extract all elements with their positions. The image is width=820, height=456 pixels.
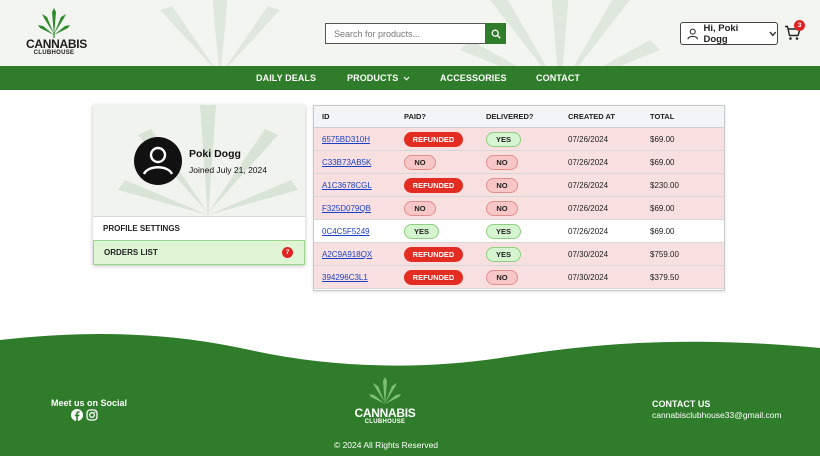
created-at-cell: 07/30/2024 xyxy=(568,273,609,282)
delivered-status-badge: NO xyxy=(486,201,518,216)
order-id-link[interactable]: A2C9A918QX xyxy=(322,250,372,259)
table-row: C33B73AB5K NO NO 07/26/2024 $69.00 xyxy=(314,151,724,174)
order-id-link[interactable]: A1C3678CGL xyxy=(322,181,372,190)
total-cell: $69.00 xyxy=(650,227,675,236)
site-logo[interactable]: CANNABIS CLUBHOUSE xyxy=(26,8,87,62)
delivered-status-badge: NO xyxy=(486,178,518,193)
order-id-cell: A2C9A918QX xyxy=(322,243,372,266)
total-cell: $69.00 xyxy=(650,204,675,213)
social-icons xyxy=(71,409,98,421)
order-id-cell: 6575BD310H xyxy=(322,128,370,151)
order-id-cell: F325D079QB xyxy=(322,197,371,220)
order-id-cell: A1C3678CGL xyxy=(322,174,372,197)
table-row: A2C9A918QX REFUNDED YES 07/30/2024 $759.00 xyxy=(314,243,724,266)
user-greeting: Hi, Poki Dogg xyxy=(703,22,739,45)
contact-email[interactable]: cannabisclubhouse33@gmail.com xyxy=(652,410,782,420)
user-icon xyxy=(687,28,699,39)
delivered-status-badge: YES xyxy=(486,224,521,239)
search-button[interactable] xyxy=(485,23,506,44)
profile-name: Poki Dogg xyxy=(189,148,241,160)
main-nav: DAILY DEALS PRODUCTS ACCESSORIES CONTACT xyxy=(0,66,820,90)
column-header-delivered: DELIVERED? xyxy=(486,112,534,121)
leaf-background-icon xyxy=(160,0,280,66)
total-cell: $379.50 xyxy=(650,273,679,282)
order-id-cell: 394296C3L1 xyxy=(322,266,368,289)
cart-count-badge: 3 xyxy=(794,20,805,31)
paid-status-badge: REFUNDED xyxy=(404,247,463,262)
created-at-cell: 07/26/2024 xyxy=(568,181,609,190)
order-id-link[interactable]: F325D079QB xyxy=(322,204,371,213)
orders-list-link[interactable]: ORDERS LIST 7 xyxy=(93,240,305,265)
profile-hero: Poki Dogg Joined July 21, 2024 xyxy=(93,105,305,216)
created-at-cell: 07/26/2024 xyxy=(568,204,609,213)
order-id-link[interactable]: 6575BD310H xyxy=(322,135,370,144)
created-at-cell: 07/30/2024 xyxy=(568,250,609,259)
profile-joined-date: Joined July 21, 2024 xyxy=(189,165,267,175)
delivered-status-badge: NO xyxy=(486,155,518,170)
order-id-link[interactable]: 394296C3L1 xyxy=(322,273,368,282)
nav-contact[interactable]: CONTACT xyxy=(536,66,580,90)
contact-title: CONTACT US xyxy=(652,399,711,409)
total-cell: $230.00 xyxy=(650,181,679,190)
nav-products[interactable]: PRODUCTS xyxy=(347,66,410,90)
nav-daily-deals[interactable]: DAILY DEALS xyxy=(256,66,316,90)
table-header: ID PAID? DELIVERED? CREATED AT TOTAL xyxy=(314,106,724,128)
facebook-icon[interactable] xyxy=(71,409,83,421)
table-row: 394296C3L1 REFUNDED NO 07/30/2024 $379.50 xyxy=(314,266,724,289)
paid-status-badge: REFUNDED xyxy=(404,178,463,193)
site-header: CANNABIS CLUBHOUSE Hi, Poki Dogg 3 xyxy=(0,0,820,66)
avatar xyxy=(134,137,182,185)
footer-logo-sub: CLUBHOUSE xyxy=(364,419,406,425)
cannabis-leaf-icon xyxy=(38,8,70,38)
orders-list-label: ORDERS LIST xyxy=(104,248,158,257)
created-at-cell: 07/26/2024 xyxy=(568,227,609,236)
search-icon xyxy=(491,29,501,39)
column-header-id: ID xyxy=(322,112,330,121)
delivered-status-badge: NO xyxy=(486,270,518,285)
profile-card: Poki Dogg Joined July 21, 2024 PROFILE S… xyxy=(93,105,305,265)
search-bar xyxy=(325,23,506,44)
total-cell: $69.00 xyxy=(650,158,675,167)
delivered-status-badge: YES xyxy=(486,132,521,147)
profile-settings-link[interactable]: PROFILE SETTINGS xyxy=(93,216,305,240)
cannabis-leaf-icon xyxy=(369,377,401,405)
paid-status-badge: YES xyxy=(404,224,439,239)
search-input[interactable] xyxy=(325,23,485,44)
orders-table: ID PAID? DELIVERED? CREATED AT TOTAL 657… xyxy=(313,105,725,291)
paid-status-badge: NO xyxy=(404,155,436,170)
paid-status-badge: NO xyxy=(404,201,436,216)
order-id-link[interactable]: 0C4C5F5249 xyxy=(322,227,370,236)
logo-brand-text: CANNABIS xyxy=(26,37,87,51)
table-row: 6575BD310H REFUNDED YES 07/26/2024 $69.00 xyxy=(314,128,724,151)
chevron-down-icon xyxy=(769,31,777,36)
footer-logo-brand: CANNABIS xyxy=(354,406,416,420)
column-header-paid: PAID? xyxy=(404,112,426,121)
profile-settings-label: PROFILE SETTINGS xyxy=(103,224,180,233)
chevron-down-icon xyxy=(403,76,410,81)
nav-products-label: PRODUCTS xyxy=(347,73,399,83)
table-row: 0C4C5F5249 YES YES 07/26/2024 $69.00 xyxy=(314,220,724,243)
created-at-cell: 07/26/2024 xyxy=(568,135,609,144)
total-cell: $759.00 xyxy=(650,250,679,259)
order-id-link[interactable]: C33B73AB5K xyxy=(322,158,371,167)
paid-status-badge: REFUNDED xyxy=(404,270,463,285)
delivered-status-badge: YES xyxy=(486,247,521,262)
total-cell: $69.00 xyxy=(650,135,675,144)
logo-sub-text: CLUBHOUSE xyxy=(33,50,75,56)
orders-count-badge: 7 xyxy=(282,247,293,258)
paid-status-badge: REFUNDED xyxy=(404,132,463,147)
user-menu-button[interactable]: Hi, Poki Dogg xyxy=(680,22,778,45)
table-row: A1C3678CGL REFUNDED NO 07/26/2024 $230.00 xyxy=(314,174,724,197)
column-header-created: CREATED AT xyxy=(568,112,615,121)
column-header-total: TOTAL xyxy=(650,112,675,121)
instagram-icon[interactable] xyxy=(86,409,98,421)
footer-logo[interactable]: CANNABIS CLUBHOUSE xyxy=(352,377,418,426)
social-title: Meet us on Social xyxy=(51,398,128,408)
nav-accessories[interactable]: ACCESSORIES xyxy=(440,66,507,90)
copyright-text: © 2024 All Rights Reserved xyxy=(333,440,439,450)
order-id-cell: C33B73AB5K xyxy=(322,151,371,174)
table-row: F325D079QB NO NO 07/26/2024 $69.00 xyxy=(314,197,724,220)
created-at-cell: 07/26/2024 xyxy=(568,158,609,167)
order-id-cell: 0C4C5F5249 xyxy=(322,220,370,243)
